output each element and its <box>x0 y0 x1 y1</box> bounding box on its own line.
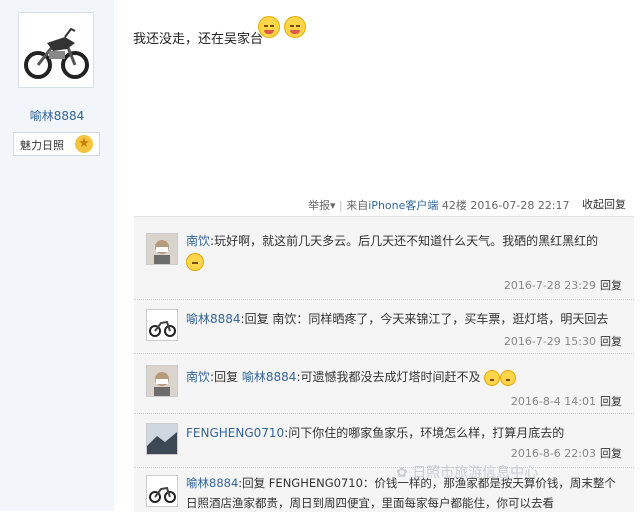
laughing-emoji-icon <box>186 252 204 271</box>
author-medal[interactable]: 魅力日照 ★ <box>13 132 100 156</box>
smiley-emoji-icon <box>484 369 501 386</box>
reply-text: 南饮:玩好啊，就这前几天多云。后几天还不知道什么天气。我硒的黑红黑红的 <box>186 231 622 271</box>
reply-body: 玩好啊，就这前几天多云。后几天还不知道什么天气。我硒的黑红黑红的 <box>214 234 599 248</box>
reply-target-username[interactable]: 喻林8884 <box>242 370 297 384</box>
person-icon <box>147 366 177 396</box>
reply-item: 南饮:玩好啊，就这前几天多云。后几天还不知道什么天气。我硒的黑红黑红的 2016… <box>134 217 634 300</box>
reply-avatar[interactable] <box>146 423 178 455</box>
reply-text: 喻林8884:回复 南饮：同样晒疼了，今天来锦江了，买车票，逛灯塔，明天回去 <box>186 309 622 329</box>
reply-username[interactable]: 南饮 <box>186 370 210 384</box>
post-content: 我还没走，还在吴家台 <box>133 32 264 47</box>
post-meta: 举报▾ | 来自iPhone客户端 42楼 2016-07-28 22:17 收… <box>308 197 634 213</box>
watermark-text: 日照市旅游信息中心 <box>412 465 539 481</box>
reply-time: 2016-7-28 23:29 <box>503 279 596 292</box>
report-link[interactable]: 举报 <box>308 199 330 212</box>
tongue-emoji-icon <box>284 16 306 38</box>
floor-number: 42楼 <box>441 199 467 212</box>
medal-label: 魅力日照 <box>20 139 64 152</box>
watermark: ✿ 日照市旅游信息中心 <box>396 462 538 482</box>
smiley-emoji-icon <box>258 16 280 38</box>
reply-meta: 2016-7-29 15:30 回复 <box>504 333 622 349</box>
reply-avatar[interactable] <box>146 475 178 507</box>
reply-username[interactable]: 喻林8884 <box>186 312 241 326</box>
star-icon: ★ <box>75 135 93 153</box>
motorcycle-icon <box>147 476 177 506</box>
reply-meta: 2016-7-28 23:29 回复 <box>504 277 622 293</box>
reply-time: 2016-7-29 15:30 <box>503 335 596 348</box>
reply-body: 回复 南饮：同样晒疼了，今天来锦江了，买车票，逛灯塔，明天回去 <box>244 312 609 326</box>
reply-text: 南饮:回复 喻林8884:可遗憾我都没去成灯塔时间赶不及 <box>186 367 622 387</box>
reply-avatar[interactable] <box>146 309 178 341</box>
reply-item: 喻林8884:回复 南饮：同样晒疼了，今天来锦江了，买车票，逛灯塔，明天回去 2… <box>134 299 634 354</box>
reply-button[interactable]: 回复 <box>600 279 622 292</box>
motorcycle-icon <box>147 310 177 340</box>
reply-item: 喻林8884:回复 FENGHENG0710：价钱一样的，那渔家都是按天算价钱，… <box>134 467 634 512</box>
reply-list: 南饮:玩好啊，就这前几天多云。后几天还不知道什么天气。我硒的黑红黑红的 2016… <box>134 216 634 512</box>
reply-button[interactable]: 回复 <box>600 335 622 348</box>
reply-username[interactable]: FENGHENG0710 <box>186 426 284 440</box>
reply-body: 问下你住的哪家鱼家乐，环境怎么样，打算月底去的 <box>288 426 565 440</box>
reply-item: FENGHENG0710:问下你住的哪家鱼家乐，环境怎么样，打算月底去的 201… <box>134 413 634 468</box>
reply-username[interactable]: 喻林8884 <box>186 476 238 490</box>
reply-text: FENGHENG0710:问下你住的哪家鱼家乐，环境怎么样，打算月底去的 <box>186 423 622 443</box>
author-username[interactable]: 喻林8884 <box>0 107 114 124</box>
smiley-emoji-icon <box>500 369 517 386</box>
collapse-replies-button[interactable]: 收起回复 <box>582 196 626 212</box>
landscape-icon <box>147 424 177 454</box>
reply-meta: 2016-8-6 22:03 回复 <box>511 445 622 461</box>
reply-meta: 2016-8-4 14:01 回复 <box>511 393 622 409</box>
reply-item: 南饮:回复 喻林8884:可遗憾我都没去成灯塔时间赶不及 2016-8-4 14… <box>134 353 634 414</box>
reply-body: 可遗憾我都没去成灯塔时间赶不及 <box>300 370 481 384</box>
wechat-icon: ✿ <box>396 465 413 481</box>
motorcycle-icon <box>24 27 89 79</box>
reply-avatar[interactable] <box>146 365 178 397</box>
reply-prefix: 回复 <box>214 370 239 384</box>
meta-separator: | <box>339 199 343 212</box>
post-datetime: 2016-07-28 22:17 <box>470 199 570 212</box>
reply-time: 2016-8-6 22:03 <box>510 447 596 460</box>
source-prefix: 来自 <box>346 199 369 212</box>
reply-button[interactable]: 回复 <box>600 395 622 408</box>
reply-time: 2016-8-4 14:01 <box>510 395 596 408</box>
person-icon <box>147 234 177 264</box>
reply-username[interactable]: 南饮 <box>186 234 210 248</box>
chevron-down-icon[interactable]: ▾ <box>330 199 336 212</box>
source-link[interactable]: iPhone客户端 <box>368 199 438 212</box>
author-avatar[interactable] <box>18 12 94 88</box>
author-sidebar: 喻林8884 魅力日照 ★ <box>0 0 114 511</box>
reply-button[interactable]: 回复 <box>600 447 622 460</box>
reply-avatar[interactable] <box>146 233 178 265</box>
